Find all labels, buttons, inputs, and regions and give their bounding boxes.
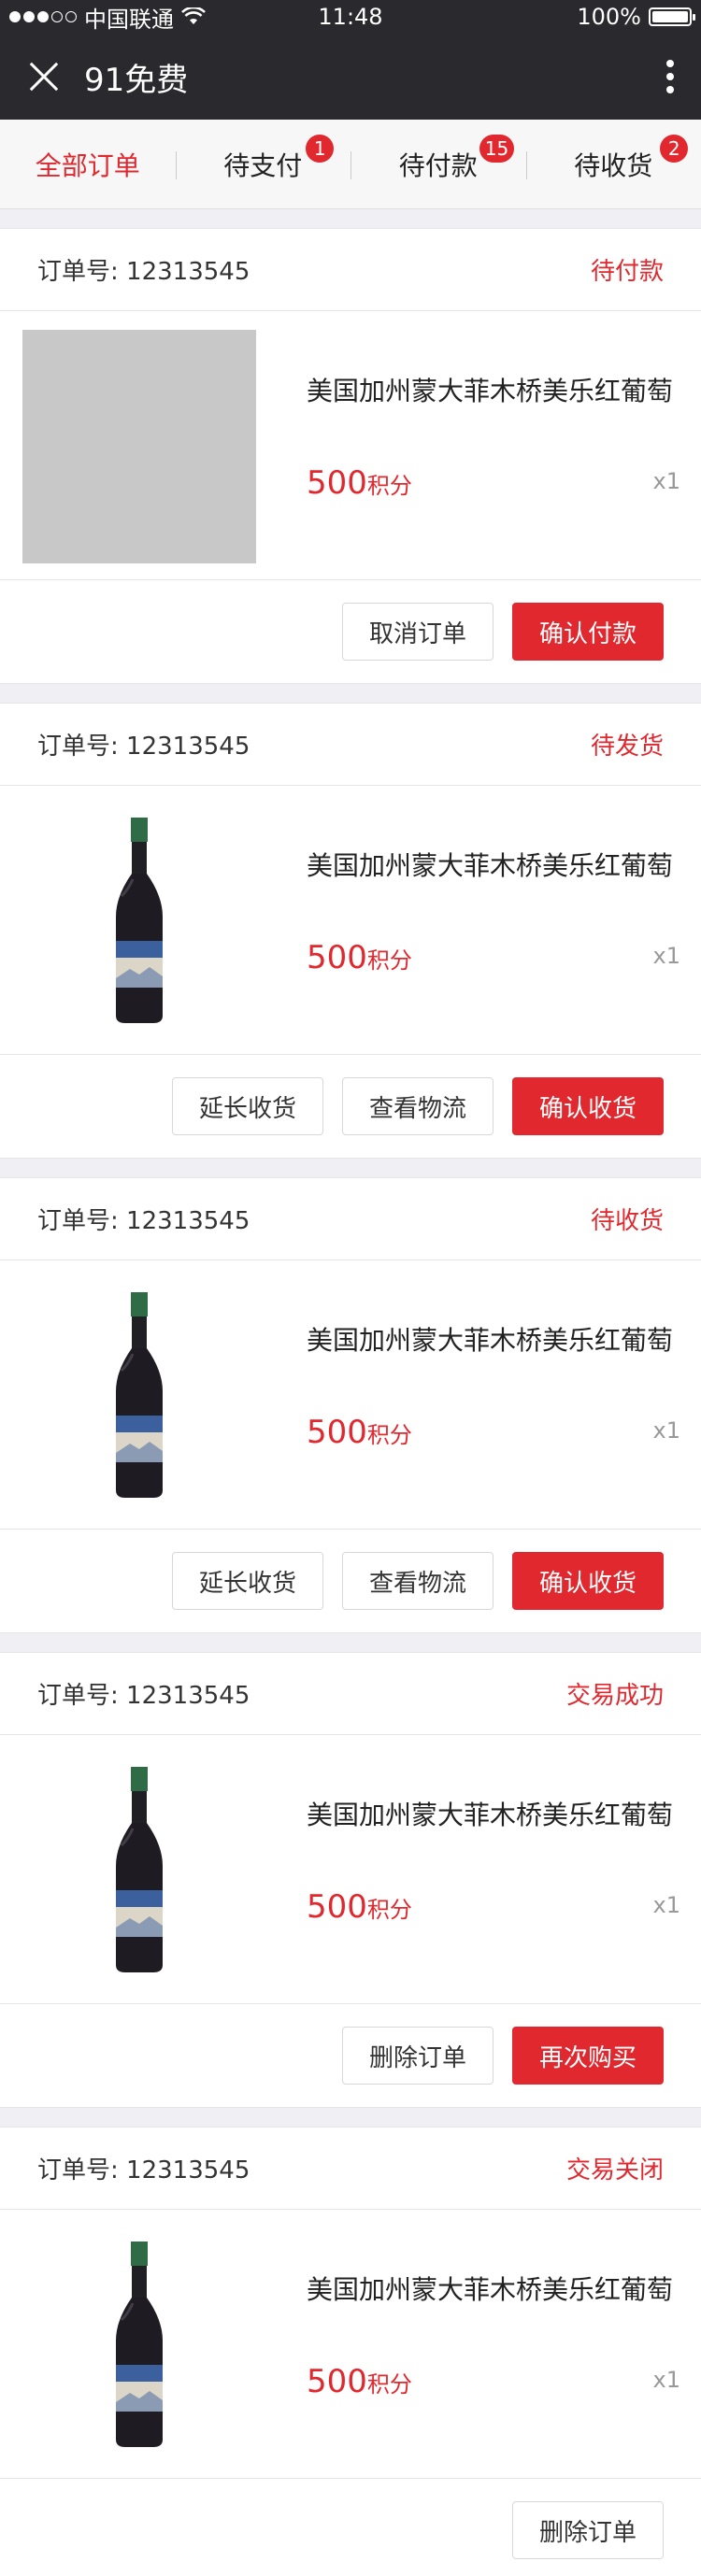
tab-awaiting-receipt[interactable]: 待收货 2 bbox=[525, 134, 701, 183]
product-price: 500积分 bbox=[307, 939, 679, 976]
order-actions: 延长收货 查看物流 确认收货 bbox=[0, 1530, 701, 1632]
nav-bar: 91免费 bbox=[0, 34, 701, 120]
order-actions: 删除订单 bbox=[0, 2479, 701, 2576]
order-status: 交易成功 bbox=[565, 1682, 664, 1710]
order-header: 订单号: 12313545 待发货 bbox=[0, 704, 701, 786]
extend-receipt-button[interactable]: 延长收货 bbox=[171, 1077, 323, 1135]
order-number: 订单号: 12313545 bbox=[37, 2156, 250, 2185]
page-title: 91免费 bbox=[84, 61, 189, 99]
buy-again-button[interactable]: 再次购买 bbox=[511, 2027, 664, 2085]
order-list: 订单号: 12313545 待付款 美国加州蒙大菲木桥美乐红葡萄 500积分 x… bbox=[0, 228, 701, 2576]
price-value: 500 bbox=[307, 2363, 367, 2400]
status-bar: 中国联通 11:48 100% bbox=[0, 0, 701, 34]
tab-label: 全部订单 bbox=[35, 149, 140, 181]
wine-bottle-image bbox=[116, 2242, 163, 2447]
price-value: 500 bbox=[307, 939, 367, 976]
order-card: 订单号: 12313545 待发货 美国加州蒙大菲木桥美乐红葡萄 500积分 x… bbox=[0, 703, 701, 1159]
order-card: 订单号: 12313545 交易成功 美国加州蒙大菲木桥美乐红葡萄 500积分 … bbox=[0, 1652, 701, 2108]
tab-label: 待支付 bbox=[223, 149, 303, 181]
order-product[interactable]: 美国加州蒙大菲木桥美乐红葡萄 500积分 x1 bbox=[0, 311, 701, 580]
price-unit: 积分 bbox=[366, 473, 412, 499]
order-actions: 取消订单 确认付款 bbox=[0, 580, 701, 683]
battery-percentage: 100% bbox=[577, 4, 641, 30]
view-logistics-button[interactable]: 查看物流 bbox=[341, 1552, 494, 1610]
price-value: 500 bbox=[307, 464, 367, 502]
price-unit: 积分 bbox=[366, 1897, 412, 1923]
order-card: 订单号: 12313545 待付款 美国加州蒙大菲木桥美乐红葡萄 500积分 x… bbox=[0, 228, 701, 684]
price-value: 500 bbox=[307, 1414, 367, 1451]
order-number: 订单号: 12313545 bbox=[37, 258, 250, 286]
order-status: 待收货 bbox=[590, 1207, 664, 1235]
product-quantity: x1 bbox=[652, 2367, 680, 2393]
signal-strength-icon bbox=[9, 11, 77, 22]
more-menu-icon[interactable] bbox=[665, 60, 675, 93]
product-name: 美国加州蒙大菲木桥美乐红葡萄 bbox=[307, 376, 674, 406]
cancel-order-button[interactable]: 取消订单 bbox=[341, 603, 494, 661]
order-actions: 延长收货 查看物流 确认收货 bbox=[0, 1055, 701, 1158]
price-unit: 积分 bbox=[366, 947, 412, 974]
product-quantity: x1 bbox=[652, 468, 680, 494]
order-product[interactable]: 美国加州蒙大菲木桥美乐红葡萄 500积分 x1 bbox=[0, 2210, 701, 2479]
product-price: 500积分 bbox=[307, 2363, 679, 2400]
battery-icon bbox=[649, 7, 695, 26]
order-number: 订单号: 12313545 bbox=[37, 1207, 250, 1235]
wine-bottle-image bbox=[116, 818, 163, 1023]
order-header: 订单号: 12313545 待付款 bbox=[0, 229, 701, 311]
count-badge: 15 bbox=[479, 134, 515, 163]
carrier-label: 中国联通 bbox=[84, 6, 174, 33]
order-actions: 删除订单 再次购买 bbox=[0, 2004, 701, 2107]
order-status: 待发货 bbox=[590, 733, 664, 761]
product-name: 美国加州蒙大菲木桥美乐红葡萄 bbox=[307, 850, 674, 881]
price-unit: 积分 bbox=[366, 1422, 412, 1448]
confirm-receipt-button[interactable]: 确认收货 bbox=[511, 1077, 664, 1135]
product-name: 美国加州蒙大菲木桥美乐红葡萄 bbox=[307, 2274, 674, 2305]
delete-order-button[interactable]: 删除订单 bbox=[511, 2501, 664, 2559]
count-badge: 2 bbox=[660, 134, 689, 163]
confirm-payment-button[interactable]: 确认付款 bbox=[511, 603, 664, 661]
product-quantity: x1 bbox=[652, 1892, 680, 1918]
wifi-icon bbox=[181, 7, 206, 24]
tab-all-orders[interactable]: 全部订单 bbox=[0, 146, 176, 183]
order-tabs: 全部订单 待支付 1 待付款 15 待收货 2 bbox=[0, 120, 701, 209]
tab-awaiting-payment[interactable]: 待付款 15 bbox=[350, 134, 526, 183]
extend-receipt-button[interactable]: 延长收货 bbox=[171, 1552, 323, 1610]
order-number: 订单号: 12313545 bbox=[37, 733, 250, 761]
close-icon[interactable] bbox=[26, 59, 62, 94]
order-status: 交易关闭 bbox=[565, 2156, 664, 2185]
tab-label: 待付款 bbox=[398, 149, 478, 181]
product-thumbnail bbox=[22, 804, 256, 1038]
product-name: 美国加州蒙大菲木桥美乐红葡萄 bbox=[307, 1325, 674, 1356]
wine-bottle-image bbox=[116, 1767, 163, 1972]
order-number: 订单号: 12313545 bbox=[37, 1682, 250, 1710]
order-status: 待付款 bbox=[590, 258, 664, 286]
product-quantity: x1 bbox=[652, 943, 680, 969]
product-thumbnail bbox=[22, 1279, 256, 1513]
order-product[interactable]: 美国加州蒙大菲木桥美乐红葡萄 500积分 x1 bbox=[0, 1735, 701, 2004]
product-quantity: x1 bbox=[652, 1417, 680, 1444]
product-thumbnail bbox=[22, 2228, 256, 2462]
product-thumbnail bbox=[22, 1754, 256, 1987]
tab-label: 待收货 bbox=[574, 149, 653, 181]
order-product[interactable]: 美国加州蒙大菲木桥美乐红葡萄 500积分 x1 bbox=[0, 1260, 701, 1530]
order-card: 订单号: 12313545 交易关闭 美国加州蒙大菲木桥美乐红葡萄 500积分 … bbox=[0, 2127, 701, 2576]
product-thumbnail bbox=[22, 330, 256, 563]
product-price: 500积分 bbox=[307, 1888, 679, 1926]
view-logistics-button[interactable]: 查看物流 bbox=[341, 1077, 494, 1135]
product-name: 美国加州蒙大菲木桥美乐红葡萄 bbox=[307, 1800, 674, 1830]
product-price: 500积分 bbox=[307, 1414, 679, 1451]
product-price: 500积分 bbox=[307, 464, 679, 502]
wine-bottle-image bbox=[116, 1292, 163, 1498]
price-unit: 积分 bbox=[366, 2371, 412, 2398]
order-card: 订单号: 12313545 待收货 美国加州蒙大菲木桥美乐红葡萄 500积分 x… bbox=[0, 1177, 701, 1633]
price-value: 500 bbox=[307, 1888, 367, 1926]
order-product[interactable]: 美国加州蒙大菲木桥美乐红葡萄 500积分 x1 bbox=[0, 786, 701, 1055]
count-badge: 1 bbox=[306, 134, 335, 163]
tab-pending-payment[interactable]: 待支付 1 bbox=[175, 134, 351, 183]
order-header: 订单号: 12313545 交易关闭 bbox=[0, 2128, 701, 2210]
order-header: 订单号: 12313545 交易成功 bbox=[0, 1653, 701, 1735]
order-header: 订单号: 12313545 待收货 bbox=[0, 1178, 701, 1260]
delete-order-button[interactable]: 删除订单 bbox=[341, 2027, 494, 2085]
confirm-receipt-button[interactable]: 确认收货 bbox=[511, 1552, 664, 1610]
